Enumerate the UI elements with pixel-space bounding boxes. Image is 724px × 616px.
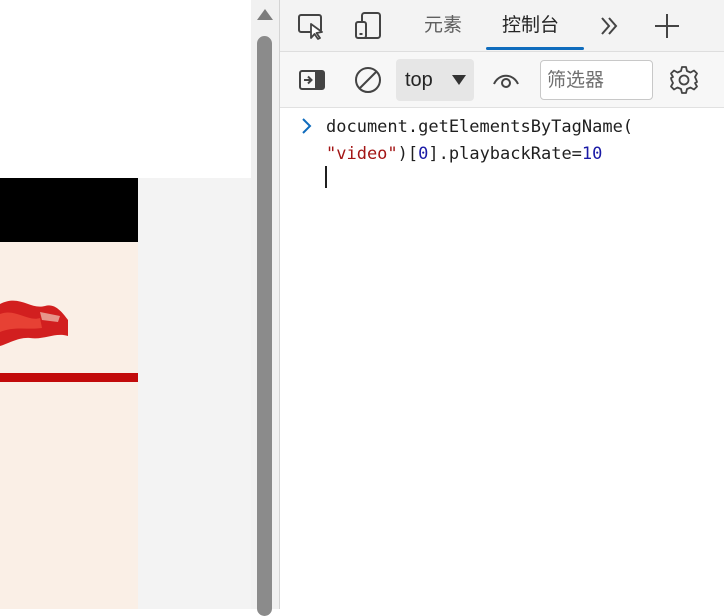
- settings-gear-icon[interactable]: [667, 63, 701, 97]
- code-string-literal: "video": [326, 144, 398, 164]
- context-selector-value: top: [405, 69, 433, 91]
- sidebar-toggle-icon[interactable]: [295, 63, 329, 97]
- tab-console[interactable]: 控制台: [502, 10, 559, 50]
- chevron-down-icon: [452, 75, 466, 85]
- console-output-area[interactable]: document.getElementsByTagName( "video")[…: [280, 108, 724, 609]
- tab-elements[interactable]: 元素: [424, 10, 462, 50]
- live-expression-eye-icon[interactable]: [489, 63, 523, 97]
- text-caret: [325, 166, 327, 188]
- clear-console-icon[interactable]: [351, 63, 385, 97]
- code-rate-value: 10: [581, 144, 603, 164]
- code-bracket-open: )[: [397, 144, 419, 164]
- page-side-panel: [138, 178, 251, 609]
- console-filter-input[interactable]: [540, 60, 653, 100]
- video-player[interactable]: [0, 178, 138, 242]
- page-scrollbar[interactable]: [251, 0, 279, 616]
- code-property-assign: ].playbackRate=: [428, 144, 582, 164]
- device-emulation-icon[interactable]: [351, 10, 385, 42]
- devtools-panel: 元素 控制台 top 筛选器 document.getElementsByTag…: [279, 0, 724, 609]
- web-page-area: [0, 0, 251, 609]
- scroll-up-arrow-icon[interactable]: [257, 9, 273, 20]
- console-toolbar: top: [280, 52, 724, 108]
- console-input-code[interactable]: document.getElementsByTagName( "video")[…: [326, 114, 633, 168]
- devtools-tab-bar: 元素 控制台: [280, 0, 724, 52]
- more-tabs-icon[interactable]: [593, 10, 627, 42]
- active-tab-indicator: [486, 47, 584, 50]
- code-line-1: document.getElementsByTagName(: [326, 117, 634, 137]
- banner-red-line: [0, 373, 138, 382]
- page-banner: [0, 242, 138, 609]
- inspect-element-icon[interactable]: [295, 10, 329, 42]
- banner-flag-graphic: [0, 300, 68, 346]
- scrollbar-thumb[interactable]: [257, 36, 272, 616]
- add-tab-icon[interactable]: [650, 10, 684, 42]
- code-index-number: 0: [418, 144, 429, 164]
- prompt-chevron-icon: [302, 118, 312, 134]
- context-selector[interactable]: top: [396, 59, 474, 101]
